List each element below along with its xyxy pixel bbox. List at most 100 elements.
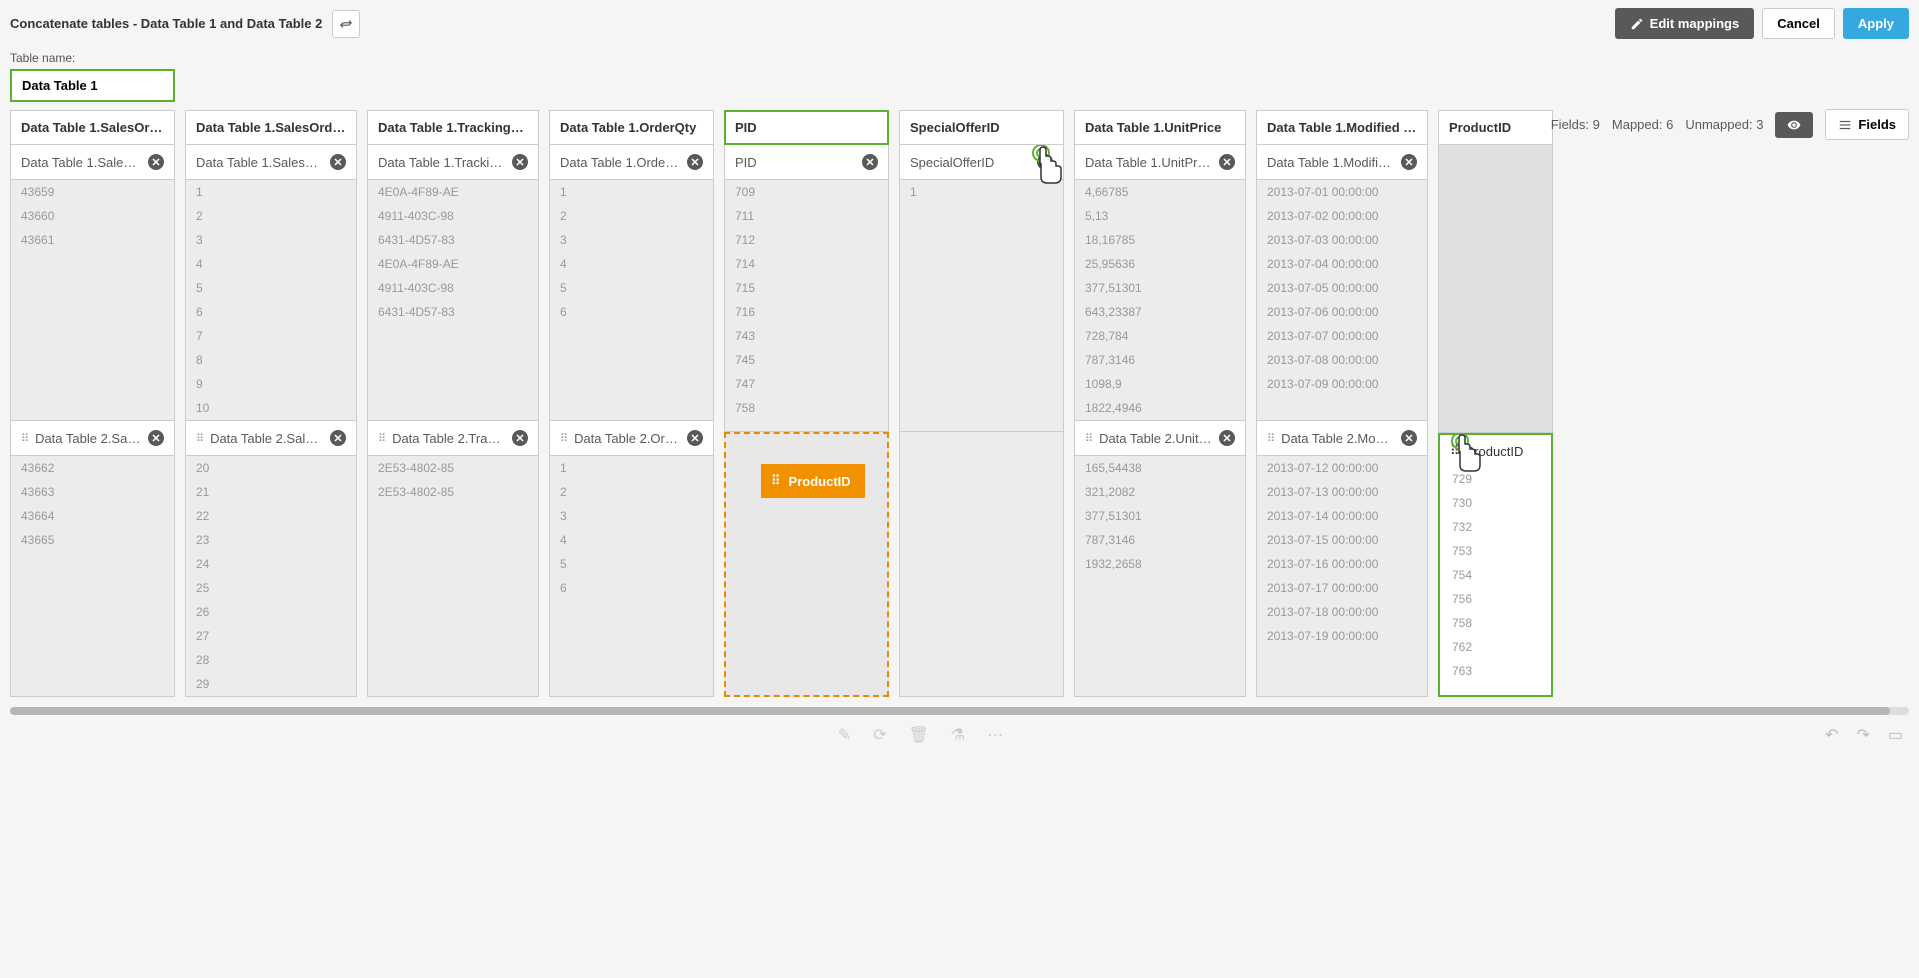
eye-icon <box>1785 118 1803 132</box>
drag-handle-icon[interactable]: ⠿ <box>1085 432 1093 445</box>
drag-handle-icon[interactable]: ⠿ <box>1267 432 1275 445</box>
column: Data Table 1.UnitPriceData Table 1.UnitP… <box>1074 110 1246 697</box>
drag-handle-icon[interactable]: ⠿ <box>21 432 29 445</box>
column-header[interactable]: Data Table 1.SalesOrderID <box>10 110 175 145</box>
data-cell: 4 <box>550 252 713 276</box>
screen-icon[interactable]: ▭ <box>1888 725 1903 745</box>
data-cells: 1 <box>899 180 1064 432</box>
mapping-row[interactable]: ⠿Data Table 2.Modified ...✕ <box>1256 421 1428 456</box>
mapping-row[interactable]: ⠿Data Table 2.SalesOrd...✕ <box>10 421 175 456</box>
table-name-input[interactable] <box>10 69 175 102</box>
data-cell: 5 <box>550 552 713 576</box>
remove-mapping-icon[interactable]: ✕ <box>148 430 164 446</box>
cancel-button[interactable]: Cancel <box>1762 8 1835 39</box>
data-cell: 43665 <box>11 528 174 552</box>
remove-mapping-icon[interactable]: ✕ <box>1401 154 1417 170</box>
drag-handle-icon[interactable]: ⠿ <box>1450 443 1460 459</box>
data-cell: 758 <box>1440 611 1551 635</box>
data-cell: 5 <box>550 276 713 300</box>
remove-mapping-icon[interactable]: ✕ <box>512 154 528 170</box>
data-cell: 43664 <box>11 504 174 528</box>
drop-zone[interactable]: ⠿ProductID <box>724 432 889 697</box>
mapping-row[interactable]: Data Table 1.Modified Date✕ <box>1256 145 1428 180</box>
mapping-row[interactable]: Data Table 1.UnitPrice✕ <box>1074 145 1246 180</box>
drag-handle-icon[interactable]: ⠿ <box>771 473 781 489</box>
remove-mapping-icon[interactable]: ✕ <box>1219 430 1235 446</box>
mapping-label: SpecialOfferID <box>910 155 1031 170</box>
data-cell: 9 <box>186 372 356 396</box>
data-cell: 2013-07-08 00:00:00 <box>1257 348 1427 372</box>
data-cell: 2 <box>550 480 713 504</box>
mapping-row[interactable]: Data Table 1.TrackingNum...✕ <box>367 145 539 180</box>
data-cell: 25 <box>186 576 356 600</box>
data-cell: 5 <box>186 276 356 300</box>
horizontal-scrollbar[interactable] <box>10 707 1909 715</box>
undo-icon[interactable]: ↶ <box>1825 725 1838 745</box>
mapping-row[interactable]: SpecialOfferID ✕ <box>899 145 1064 180</box>
mapping-row[interactable]: ⠿ProductID <box>1440 435 1551 467</box>
remove-mapping-icon[interactable]: ✕ <box>330 154 346 170</box>
data-cells: 12345678910 <box>185 180 357 421</box>
remove-mapping-icon[interactable]: ✕ <box>1401 430 1417 446</box>
data-cells: 2E53-4802-852E53-4802-85 <box>367 456 539 697</box>
column-header[interactable]: Data Table 1.UnitPrice <box>1074 110 1246 145</box>
drag-handle-icon[interactable]: ⠿ <box>196 432 204 445</box>
column: PIDPID✕709711712714715716743745747758 ⠿Pr… <box>724 110 889 697</box>
column-header[interactable]: ProductID <box>1438 110 1553 145</box>
remove-mapping-icon[interactable]: ✕ <box>148 154 164 170</box>
column: Data Table 1.SalesOrderDeta...Data Table… <box>185 110 357 697</box>
refresh-icon[interactable]: ⟳ <box>873 725 886 745</box>
column-header[interactable]: Data Table 1.TrackingNumber <box>367 110 539 145</box>
mapping-row[interactable]: PID✕ <box>724 145 889 180</box>
data-cell: 2E53-4802-85 <box>368 480 538 504</box>
mapping-row[interactable]: Data Table 1.SalesOrderID✕ <box>10 145 175 180</box>
mapping-row[interactable]: ⠿ Data Table 2.UnitPrice ✕ <box>1074 421 1246 456</box>
column-header[interactable]: Data Table 1.SalesOrderDeta... <box>185 110 357 145</box>
visibility-toggle-button[interactable] <box>1775 112 1813 138</box>
remove-mapping-icon[interactable]: ✕ <box>1219 154 1235 170</box>
mapping-row[interactable]: ⠿Data Table 2.Tracking...✕ <box>367 421 539 456</box>
more-icon[interactable]: ⋯ <box>987 725 1003 745</box>
remove-mapping-icon[interactable]: ✕ <box>687 154 703 170</box>
trash-icon[interactable]: 🗑 <box>909 725 929 745</box>
edit-mappings-button[interactable]: Edit mappings <box>1615 8 1755 39</box>
mapping-row[interactable]: Data Table 1.OrderQty✕ <box>549 145 714 180</box>
data-cell: 2E53-4802-85 <box>368 456 538 480</box>
unmapped-field-block[interactable]: ⠿ProductID729730732753754756758762763 <box>1438 433 1553 697</box>
redo-icon[interactable]: ↷ <box>1856 725 1869 745</box>
mapping-row[interactable]: Data Table 1.SalesOrderD...✕ <box>185 145 357 180</box>
data-cell: 2013-07-06 00:00:00 <box>1257 300 1427 324</box>
column-header[interactable]: PID <box>724 110 889 145</box>
drag-handle-icon[interactable]: ⠿ <box>560 432 568 445</box>
meta-bar: Fields: 9 Mapped: 6 Unmapped: 3 Fields <box>1541 101 1919 148</box>
mapping-label: Data Table 2.UnitPrice <box>1099 431 1213 446</box>
column-header[interactable]: Data Table 1.Modified Date <box>1256 110 1428 145</box>
data-cell: 2013-07-17 00:00:00 <box>1257 576 1427 600</box>
data-cell: 1 <box>550 180 713 204</box>
data-cell: 2013-07-16 00:00:00 <box>1257 552 1427 576</box>
remove-mapping-icon[interactable]: ✕ <box>512 430 528 446</box>
apply-button[interactable]: Apply <box>1843 8 1909 39</box>
empty-mapping-slot[interactable] <box>899 432 1064 697</box>
mapping-row[interactable]: ⠿Data Table 2.OrderQty✕ <box>549 421 714 456</box>
remove-mapping-icon[interactable]: ✕ <box>1037 154 1053 170</box>
data-cell: 2013-07-13 00:00:00 <box>1257 480 1427 504</box>
filter-icon[interactable]: ⚗ <box>951 725 965 745</box>
drag-chip[interactable]: ⠿ProductID <box>761 464 865 498</box>
data-cells: 709711712714715716743745747758 <box>724 180 889 432</box>
data-cell: 743 <box>725 324 888 348</box>
data-cell: 165,54438 <box>1075 456 1245 480</box>
remove-mapping-icon[interactable]: ✕ <box>330 430 346 446</box>
fields-button[interactable]: Fields <box>1825 109 1909 140</box>
remove-mapping-icon[interactable]: ✕ <box>687 430 703 446</box>
data-cell: 787,3146 <box>1075 348 1245 372</box>
remove-mapping-icon[interactable]: ✕ <box>862 154 878 170</box>
pencil-icon[interactable]: ✎ <box>838 725 851 745</box>
swap-button[interactable] <box>332 10 360 38</box>
column-header[interactable]: SpecialOfferID <box>899 110 1064 145</box>
data-cells: 4,667855,1318,1678525,95636377,51301643,… <box>1074 180 1246 421</box>
drag-handle-icon[interactable]: ⠿ <box>378 432 386 445</box>
column-header[interactable]: Data Table 1.OrderQty <box>549 110 714 145</box>
mapping-row[interactable]: ⠿Data Table 2.SalesOrd...✕ <box>185 421 357 456</box>
unmapped-column: ProductID ⠿ProductID729730732753754756758… <box>1438 110 1553 697</box>
